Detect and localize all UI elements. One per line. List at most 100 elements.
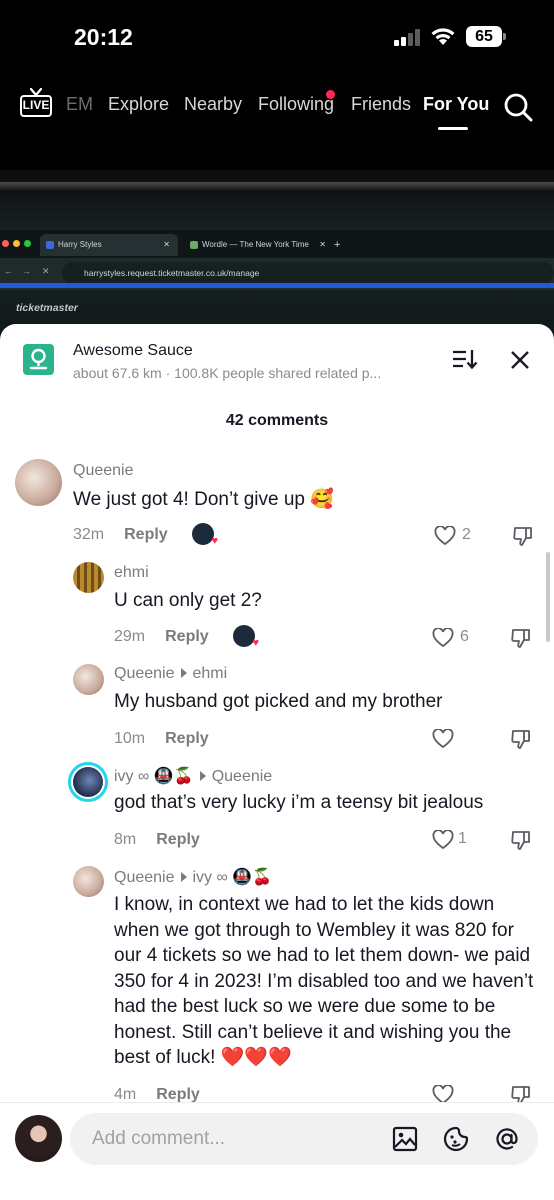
live-button[interactable]: LIVE [20, 88, 52, 118]
comment-username[interactable]: Queenie ivy ∞ 🚇🍒 [114, 867, 272, 887]
active-tab-indicator [438, 127, 468, 130]
status-bar: 20:12 65 [0, 0, 554, 70]
minimize-dot [13, 240, 20, 247]
ticketmaster-logo: ticketmaster [16, 302, 78, 314]
tab-for-you[interactable]: For You [423, 94, 489, 115]
location-pin-icon [23, 344, 54, 375]
browser-tab-label: Harry Styles [58, 240, 102, 249]
reply-button[interactable]: Reply [165, 628, 209, 645]
avatar[interactable] [15, 459, 62, 506]
back-arrow-icon: ← [4, 266, 13, 276]
stop-icon: ✕ [42, 266, 50, 276]
reply-arrow-icon [180, 668, 187, 679]
tab-close-icon: ✕ [319, 240, 326, 249]
cellular-signal-icon [394, 28, 422, 46]
dislike-icon[interactable] [510, 627, 532, 649]
comment-input[interactable] [92, 1113, 372, 1165]
reply-to-username[interactable]: Queenie [212, 768, 273, 785]
comment-text: I know, in context we had to let the kid… [114, 894, 534, 1068]
creator-liked-badge: ♥ [233, 625, 259, 649]
tab-em[interactable]: EM [66, 94, 93, 115]
comment-text: god that’s very lucky i’m a teensy bit j… [114, 792, 484, 813]
like-heart-icon[interactable] [432, 830, 454, 850]
browser-tab-label: Wordle — The New York Time [202, 240, 309, 249]
comment-username-text: ivy ∞ 🚇🍒 [114, 768, 194, 785]
tab-friends[interactable]: Friends [351, 94, 411, 115]
browser-url-bar: harrystyles.request.ticketmaster.co.uk/m… [62, 262, 554, 284]
mention-icon[interactable] [494, 1126, 520, 1152]
comment-time: 10m [114, 730, 146, 747]
comment-meta: 8m Reply [114, 831, 200, 849]
location-title[interactable]: Awesome Sauce [73, 342, 193, 360]
comment-time: 29m [114, 628, 146, 645]
screen-edge [0, 182, 554, 190]
comment-username[interactable]: Queenie [73, 462, 134, 480]
avatar[interactable] [73, 866, 104, 897]
comment-username[interactable]: ehmi [114, 564, 149, 582]
image-icon[interactable] [392, 1126, 418, 1152]
reply-button[interactable]: Reply [156, 1086, 200, 1103]
top-navigation: LIVE EM Explore Nearby Following Friends… [0, 84, 554, 130]
tab-nearby[interactable]: Nearby [184, 94, 242, 115]
clock: 20:12 [74, 24, 133, 50]
comment-meta: 10m Reply [114, 730, 209, 748]
reply-arrow-icon [199, 771, 206, 782]
browser-tab-wordle: Wordle — The New York Time ✕ [184, 234, 334, 256]
reply-to-username[interactable]: ivy ∞ 🚇🍒 [193, 869, 273, 886]
close-dot [2, 240, 9, 247]
wordle-favicon-icon [190, 241, 198, 249]
tab-explore[interactable]: Explore [108, 94, 169, 115]
browser-window: Harry Styles ✕ Wordle — The New York Tim… [0, 230, 554, 290]
comment-count: 42 comments [225, 412, 329, 429]
comment-time: 4m [114, 1086, 137, 1103]
creator-liked-badge: ♥ [192, 523, 218, 547]
maximize-dot [24, 240, 31, 247]
like-heart-icon[interactable] [434, 526, 456, 546]
close-icon[interactable] [510, 350, 530, 370]
comment-text: U can only get 2? [114, 590, 262, 611]
avatar[interactable] [68, 762, 108, 802]
reply-button[interactable]: Reply [156, 831, 200, 848]
comment-text: My husband got picked and my brother [114, 691, 443, 712]
sort-icon[interactable] [452, 348, 478, 370]
comment-input-box[interactable] [70, 1113, 538, 1165]
avatar[interactable] [73, 664, 104, 695]
search-icon[interactable] [503, 92, 533, 122]
comment-time: 8m [114, 831, 137, 848]
live-label: LIVE [20, 95, 52, 117]
dislike-icon[interactable] [510, 728, 532, 750]
avatar[interactable] [73, 562, 104, 593]
browser-tab-harry-styles: Harry Styles ✕ [40, 234, 178, 256]
comment-text: We just got 4! Don’t give up 🥰 [73, 489, 334, 510]
emoji-icon[interactable] [443, 1126, 469, 1152]
like-heart-icon[interactable] [432, 628, 454, 648]
comment-meta: 29m Reply [114, 628, 209, 646]
comment-username-text: Queenie [114, 665, 175, 682]
heart-icon: ♥ [252, 637, 259, 649]
tab-following[interactable]: Following [258, 94, 334, 115]
reply-to-username[interactable]: ehmi [193, 665, 228, 682]
tab-close-icon: ✕ [163, 240, 170, 249]
favicon-icon [46, 241, 54, 249]
location-subtitle[interactable]: about 67.6 km · 100.8K people shared rel… [73, 365, 423, 381]
dislike-icon[interactable] [512, 525, 534, 547]
new-tab-icon: + [334, 239, 341, 251]
reply-button[interactable]: Reply [124, 526, 168, 543]
comment-composer [0, 1102, 554, 1200]
following-notification-dot [326, 90, 335, 99]
scrollbar[interactable] [546, 552, 550, 642]
comment-username-text: Queenie [114, 869, 175, 886]
reply-arrow-icon [180, 872, 187, 883]
heart-icon: ♥ [211, 535, 218, 547]
like-heart-icon[interactable] [432, 729, 454, 749]
my-avatar [15, 1115, 62, 1162]
video-frame[interactable]: Harry Styles ✕ Wordle — The New York Tim… [0, 170, 554, 340]
reply-button[interactable]: Reply [165, 730, 209, 747]
comment-username[interactable]: Queenie ehmi [114, 665, 227, 683]
battery-indicator: 65 [466, 26, 506, 47]
like-count: 6 [460, 628, 469, 645]
dislike-icon[interactable] [510, 829, 532, 851]
comment-time: 32m [73, 526, 105, 543]
comment-username[interactable]: ivy ∞ 🚇🍒 Queenie [114, 766, 272, 786]
forward-arrow-icon: → [22, 266, 31, 276]
